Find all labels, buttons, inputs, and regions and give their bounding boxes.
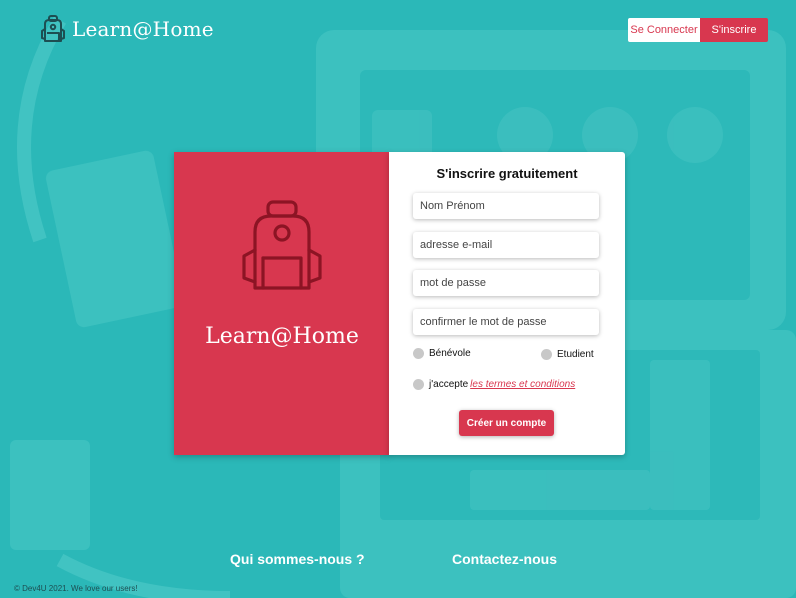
signup-form: S'inscrire gratuitement Bénévole Etudien… bbox=[389, 152, 625, 455]
login-button[interactable]: Se Connecter bbox=[628, 18, 700, 42]
email-field[interactable] bbox=[413, 232, 599, 258]
student-label: Etudient bbox=[557, 349, 594, 360]
volunteer-radio[interactable] bbox=[413, 348, 424, 359]
brand-logo[interactable]: Learn@Home bbox=[40, 14, 214, 44]
copyright: © Dev4U 2021. We love our users! bbox=[14, 584, 138, 593]
brand-name: Learn@Home bbox=[72, 17, 214, 41]
password-field[interactable] bbox=[413, 270, 599, 296]
terms-option[interactable]: j'accepte les termes et conditions bbox=[413, 379, 575, 390]
name-field[interactable] bbox=[413, 193, 599, 219]
volunteer-label: Bénévole bbox=[429, 348, 471, 359]
role-volunteer-option[interactable]: Bénévole bbox=[413, 348, 471, 359]
create-account-button[interactable]: Créer un compte bbox=[459, 410, 554, 436]
terms-link[interactable]: les termes et conditions bbox=[470, 379, 575, 390]
terms-checkbox[interactable] bbox=[413, 379, 424, 390]
backpack-icon bbox=[41, 15, 65, 42]
auth-buttons: Se Connecter S'inscrire bbox=[628, 18, 768, 42]
card-brand-name: Learn@Home bbox=[205, 324, 359, 349]
top-header: Learn@Home Se Connecter S'inscrire bbox=[0, 0, 796, 60]
role-student-option[interactable]: Etudient bbox=[541, 349, 594, 360]
card-brand-panel: Learn@Home bbox=[174, 152, 390, 455]
confirm-password-field[interactable] bbox=[413, 309, 599, 335]
terms-prefix: j'accepte bbox=[429, 379, 469, 390]
student-radio[interactable] bbox=[541, 349, 552, 360]
backpack-icon bbox=[242, 200, 322, 290]
contact-link[interactable]: Contactez-nous bbox=[452, 551, 557, 567]
form-title: S'inscrire gratuitement bbox=[436, 166, 578, 181]
signup-button[interactable]: S'inscrire bbox=[700, 18, 768, 42]
about-link[interactable]: Qui sommes-nous ? bbox=[230, 551, 365, 567]
